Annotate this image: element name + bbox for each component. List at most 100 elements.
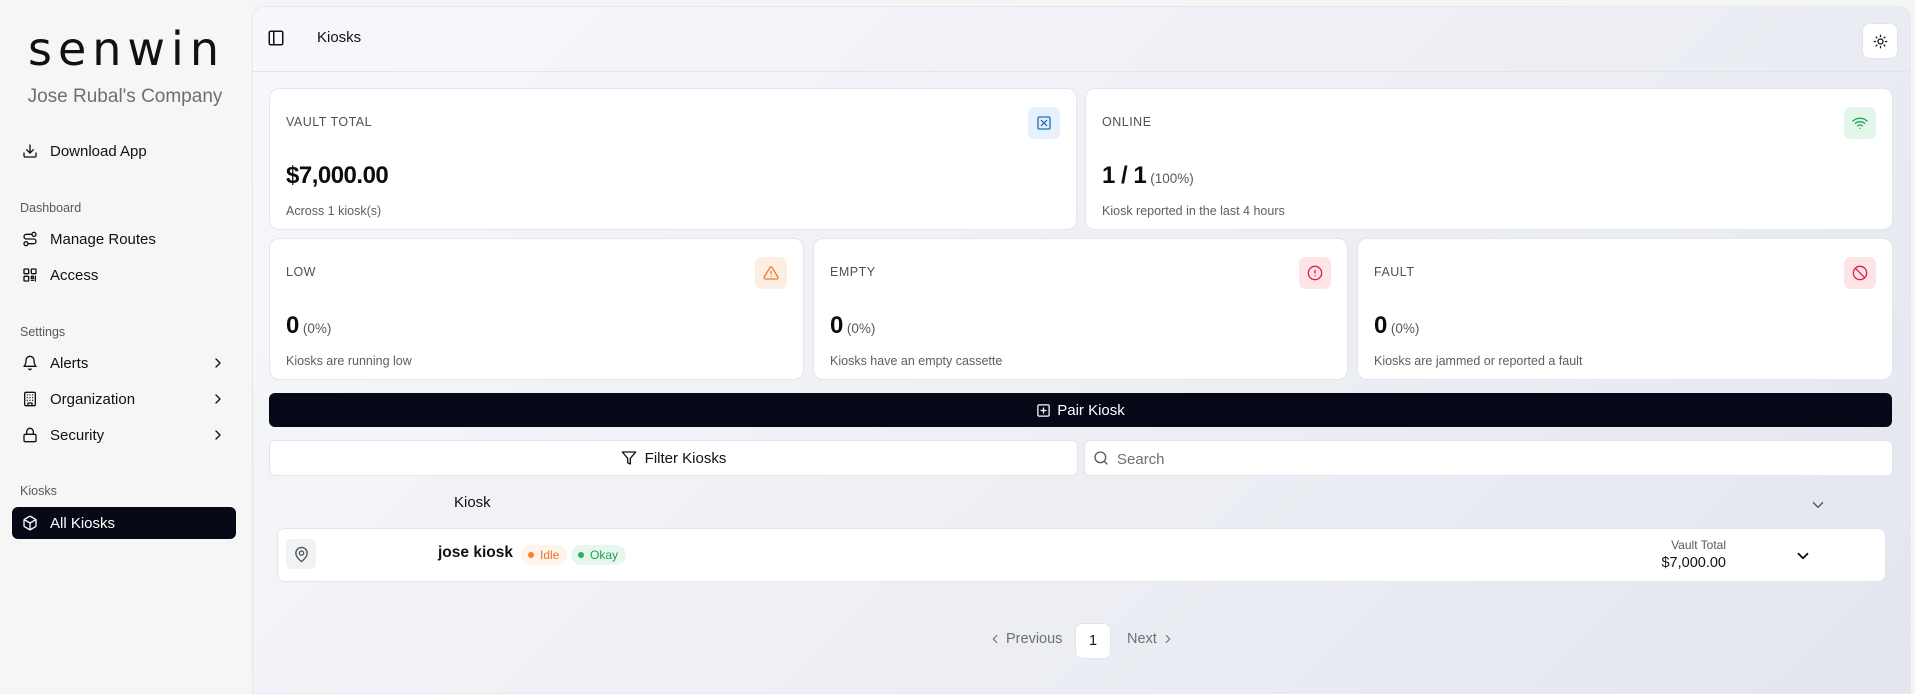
pagination-page-1[interactable]: 1 bbox=[1075, 623, 1111, 659]
online-value: 1 / 1 (100%) bbox=[1102, 162, 1194, 190]
page-title: Kiosks bbox=[317, 29, 362, 46]
empty-percent: (0%) bbox=[846, 321, 876, 336]
map-pin-icon bbox=[286, 539, 316, 569]
fault-card: FAULT 0 (0%) Kiosks are jammed or reporte… bbox=[1357, 238, 1893, 380]
warning-icon bbox=[755, 257, 787, 289]
section-dashboard: Dashboard bbox=[20, 201, 82, 215]
card-label: EMPTY bbox=[830, 265, 876, 279]
sidebar-item-label: Manage Routes bbox=[50, 230, 156, 248]
vault-icon bbox=[1028, 107, 1060, 139]
card-subtext: Across 1 kiosk(s) bbox=[286, 204, 382, 218]
empty-value: 0 (0%) bbox=[830, 312, 875, 340]
filter-kiosks-button[interactable]: Filter Kiosks bbox=[269, 440, 1078, 476]
wifi-icon bbox=[1844, 107, 1876, 139]
fault-count: 0 bbox=[1374, 312, 1387, 339]
sidebar-item-all-kiosks[interactable]: All Kiosks bbox=[12, 507, 236, 539]
card-subtext: Kiosk reported in the last 4 hours bbox=[1102, 204, 1285, 218]
table-row[interactable]: jose kiosk Idle Okay Vault Total $7,000.… bbox=[277, 528, 1886, 582]
sidebar-item-manage-routes[interactable]: Manage Routes bbox=[12, 223, 236, 255]
online-percent: (100%) bbox=[1150, 171, 1194, 186]
building-icon bbox=[20, 389, 40, 409]
search-input[interactable] bbox=[1115, 447, 1879, 471]
logo: senwin bbox=[28, 22, 225, 76]
pair-kiosk-label: Pair Kiosk bbox=[1057, 401, 1125, 419]
chevron-left-icon bbox=[988, 632, 1002, 646]
status-text: Idle bbox=[540, 548, 560, 562]
next-label: Next bbox=[1127, 631, 1157, 647]
topbar: Kiosks bbox=[253, 7, 1910, 72]
empty-count: 0 bbox=[830, 312, 843, 339]
sun-icon bbox=[1873, 34, 1888, 49]
sidebar-item-organization[interactable]: Organization bbox=[12, 383, 236, 415]
card-subtext: Kiosks are running low bbox=[286, 354, 412, 368]
lock-icon bbox=[20, 425, 40, 445]
sidebar-item-label: All Kiosks bbox=[50, 514, 116, 532]
bell-icon bbox=[20, 353, 40, 373]
online-count: 1 / 1 bbox=[1102, 162, 1147, 189]
pair-kiosk-button[interactable]: Pair Kiosk bbox=[269, 393, 1892, 427]
sidebar-item-security[interactable]: Security bbox=[12, 419, 236, 451]
chevron-down-icon[interactable] bbox=[1794, 547, 1812, 570]
low-count: 0 bbox=[286, 312, 299, 339]
qr-code-icon bbox=[20, 265, 40, 285]
theme-toggle-button[interactable] bbox=[1862, 23, 1898, 59]
status-badge-okay: Okay bbox=[571, 545, 627, 565]
vault-total-amount: $7,000.00 bbox=[1661, 555, 1726, 571]
vault-total-value: $7,000.00 bbox=[286, 162, 389, 189]
download-app-link[interactable]: Download App bbox=[12, 135, 236, 167]
box-icon bbox=[20, 513, 40, 533]
low-value: 0 (0%) bbox=[286, 312, 331, 340]
card-label: FAULT bbox=[1374, 265, 1415, 279]
low-card: LOW 0 (0%) Kiosks are running low bbox=[269, 238, 804, 380]
vault-total-label: Vault Total bbox=[1671, 538, 1726, 552]
filter-kiosks-label: Filter Kiosks bbox=[644, 449, 727, 467]
sidebar-item-label: Alerts bbox=[50, 354, 89, 372]
chevron-right-icon bbox=[1161, 632, 1175, 646]
company-name: Jose Rubal's Company bbox=[27, 86, 223, 107]
sidebar: senwin Jose Rubal's Company Download App… bbox=[0, 0, 250, 692]
chevron-right-icon bbox=[210, 391, 226, 407]
status-badge-idle: Idle bbox=[521, 545, 568, 565]
fault-percent: (0%) bbox=[1390, 321, 1420, 336]
chevron-right-icon bbox=[210, 427, 226, 443]
plus-square-icon bbox=[1036, 403, 1051, 418]
sidebar-item-access[interactable]: Access bbox=[12, 259, 236, 291]
column-header-kiosk: Kiosk bbox=[454, 494, 491, 511]
filter-icon bbox=[621, 450, 637, 466]
card-subtext: Kiosks have an empty cassette bbox=[830, 354, 1003, 368]
sidebar-item-alerts[interactable]: Alerts bbox=[12, 347, 236, 379]
download-app-label: Download App bbox=[50, 142, 147, 160]
sidebar-item-label: Security bbox=[50, 426, 105, 444]
card-label: ONLINE bbox=[1102, 115, 1152, 129]
pagination-previous[interactable]: Previous bbox=[988, 631, 1062, 647]
status-dot bbox=[528, 552, 534, 558]
download-icon bbox=[20, 141, 40, 161]
route-icon bbox=[20, 229, 40, 249]
main-panel: Kiosks VAULT TOTAL $7,000.00 Across 1 ki… bbox=[252, 6, 1911, 694]
card-label: VAULT TOTAL bbox=[286, 115, 373, 129]
section-settings: Settings bbox=[20, 325, 66, 339]
chevron-down-icon[interactable] bbox=[1809, 496, 1827, 519]
previous-label: Previous bbox=[1006, 631, 1063, 647]
search-box bbox=[1084, 440, 1893, 476]
card-label: LOW bbox=[286, 265, 316, 279]
table-header: Kiosk bbox=[269, 488, 1892, 518]
alert-circle-icon bbox=[1299, 257, 1331, 289]
kiosk-name: jose kiosk bbox=[438, 544, 513, 561]
status-dot bbox=[578, 552, 584, 558]
ban-icon bbox=[1844, 257, 1876, 289]
low-percent: (0%) bbox=[302, 321, 332, 336]
search-icon bbox=[1093, 450, 1109, 471]
status-text: Okay bbox=[590, 548, 619, 562]
vault-total-card: VAULT TOTAL $7,000.00 Across 1 kiosk(s) bbox=[269, 88, 1077, 230]
sidebar-item-label: Organization bbox=[50, 390, 136, 408]
fault-value: 0 (0%) bbox=[1374, 312, 1419, 340]
section-kiosks: Kiosks bbox=[20, 484, 57, 498]
sidebar-item-label: Access bbox=[50, 266, 99, 284]
card-subtext: Kiosks are jammed or reported a fault bbox=[1374, 354, 1583, 368]
toggle-sidebar-icon[interactable] bbox=[267, 29, 287, 49]
chevron-right-icon bbox=[210, 355, 226, 371]
online-card: ONLINE 1 / 1 (100%) Kiosk reported in the… bbox=[1085, 88, 1893, 230]
empty-card: EMPTY 0 (0%) Kiosks have an empty cassett… bbox=[813, 238, 1348, 380]
pagination-next[interactable]: Next bbox=[1127, 631, 1175, 647]
